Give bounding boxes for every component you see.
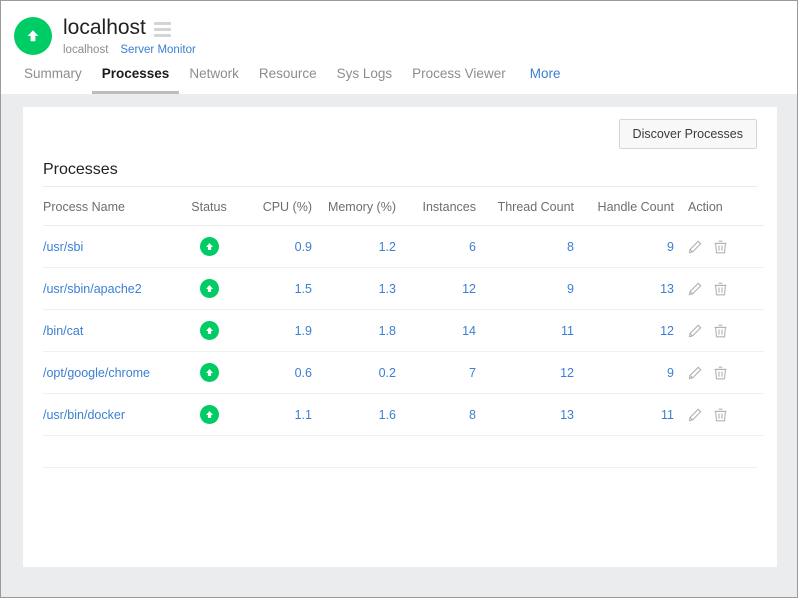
trash-icon[interactable] xyxy=(714,240,727,254)
cell-memory: 1.3 xyxy=(312,268,396,310)
cell-status xyxy=(178,226,240,268)
discover-processes-button[interactable]: Discover Processes xyxy=(619,119,757,149)
cell-action xyxy=(674,394,764,436)
column-header-process-name[interactable]: Process Name xyxy=(43,187,178,226)
cell-thread-count: 9 xyxy=(476,268,574,310)
app-header: localhost localhost Server Monitor Summa… xyxy=(1,1,797,94)
cell-cpu: 1.9 xyxy=(240,310,312,352)
tab-resource[interactable]: Resource xyxy=(249,65,327,94)
trash-icon[interactable] xyxy=(714,408,727,422)
cell-handle-count: 13 xyxy=(574,268,674,310)
pencil-icon[interactable] xyxy=(688,408,702,422)
page-title: localhost xyxy=(63,15,146,40)
cell-instances: 14 xyxy=(396,310,476,352)
cell-thread-count: 12 xyxy=(476,352,574,394)
breadcrumb-host: localhost xyxy=(63,44,108,56)
processes-card: Discover Processes Processes Process Nam… xyxy=(23,107,777,567)
column-header-action: Action xyxy=(674,187,764,226)
table-footer-divider xyxy=(43,467,757,468)
cell-action xyxy=(674,268,764,310)
cell-process-name: /usr/bin/docker xyxy=(43,394,178,436)
processes-table: Process Name Status CPU (%) Memory (%) I… xyxy=(43,187,764,436)
column-header-thread-count[interactable]: Thread Count xyxy=(476,187,574,226)
cell-thread-count: 8 xyxy=(476,226,574,268)
cell-handle-count: 12 xyxy=(574,310,674,352)
tab-more[interactable]: More xyxy=(516,65,571,94)
column-header-handle-count[interactable]: Handle Count xyxy=(574,187,674,226)
pencil-icon[interactable] xyxy=(688,282,702,296)
column-header-memory[interactable]: Memory (%) xyxy=(312,187,396,226)
status-up-icon xyxy=(200,237,219,256)
section-title: Processes xyxy=(43,161,757,187)
table-header: Process Name Status CPU (%) Memory (%) I… xyxy=(43,187,764,226)
app-window: localhost localhost Server Monitor Summa… xyxy=(0,0,798,598)
column-header-cpu[interactable]: CPU (%) xyxy=(240,187,312,226)
status-up-icon xyxy=(200,405,219,424)
cell-process-name: /opt/google/chrome xyxy=(43,352,178,394)
table-row[interactable]: /bin/cat 1.9 1.8 14 11 12 xyxy=(43,310,764,352)
cell-status xyxy=(178,310,240,352)
cell-cpu: 0.6 xyxy=(240,352,312,394)
trash-icon[interactable] xyxy=(714,324,727,338)
table-header-row: Process Name Status CPU (%) Memory (%) I… xyxy=(43,187,764,226)
column-header-status[interactable]: Status xyxy=(178,187,240,226)
tab-sys-logs[interactable]: Sys Logs xyxy=(327,65,403,94)
cell-instances: 12 xyxy=(396,268,476,310)
header-title-block: localhost localhost Server Monitor xyxy=(63,15,196,56)
cell-memory: 1.6 xyxy=(312,394,396,436)
cell-handle-count: 9 xyxy=(574,226,674,268)
tab-summary[interactable]: Summary xyxy=(14,65,92,94)
cell-memory: 1.8 xyxy=(312,310,396,352)
status-up-icon xyxy=(200,321,219,340)
hamburger-menu-icon[interactable] xyxy=(154,22,171,37)
cell-cpu: 1.5 xyxy=(240,268,312,310)
card-toolbar: Discover Processes xyxy=(43,119,757,149)
cell-process-name: /bin/cat xyxy=(43,310,178,352)
cell-status xyxy=(178,394,240,436)
cell-instances: 7 xyxy=(396,352,476,394)
tab-network[interactable]: Network xyxy=(179,65,249,94)
page-background: Discover Processes Processes Process Nam… xyxy=(1,94,797,598)
cell-handle-count: 9 xyxy=(574,352,674,394)
table-row[interactable]: /usr/sbi 0.9 1.2 6 8 9 xyxy=(43,226,764,268)
cell-cpu: 1.1 xyxy=(240,394,312,436)
pencil-icon[interactable] xyxy=(688,366,702,380)
up-arrow-circle-icon xyxy=(14,17,52,55)
table-row[interactable]: /opt/google/chrome 0.6 0.2 7 12 9 xyxy=(43,352,764,394)
column-header-instances[interactable]: Instances xyxy=(396,187,476,226)
cell-status xyxy=(178,268,240,310)
cell-action xyxy=(674,226,764,268)
table-row[interactable]: /usr/bin/docker 1.1 1.6 8 13 11 xyxy=(43,394,764,436)
table-body: /usr/sbi 0.9 1.2 6 8 9 xyxy=(43,226,764,436)
cell-action xyxy=(674,352,764,394)
cell-status xyxy=(178,352,240,394)
cell-process-name: /usr/sbin/apache2 xyxy=(43,268,178,310)
title-row: localhost xyxy=(63,15,196,40)
status-up-icon xyxy=(200,363,219,382)
cell-thread-count: 11 xyxy=(476,310,574,352)
tab-processes[interactable]: Processes xyxy=(92,65,180,94)
cell-instances: 8 xyxy=(396,394,476,436)
breadcrumb-server-monitor-link[interactable]: Server Monitor xyxy=(120,44,195,56)
cell-thread-count: 13 xyxy=(476,394,574,436)
cell-handle-count: 11 xyxy=(574,394,674,436)
pencil-icon[interactable] xyxy=(688,324,702,338)
table-row[interactable]: /usr/sbin/apache2 1.5 1.3 12 9 13 xyxy=(43,268,764,310)
pencil-icon[interactable] xyxy=(688,240,702,254)
cell-memory: 1.2 xyxy=(312,226,396,268)
cell-instances: 6 xyxy=(396,226,476,268)
tab-process-viewer[interactable]: Process Viewer xyxy=(402,65,516,94)
trash-icon[interactable] xyxy=(714,366,727,380)
trash-icon[interactable] xyxy=(714,282,727,296)
cell-cpu: 0.9 xyxy=(240,226,312,268)
cell-memory: 0.2 xyxy=(312,352,396,394)
nav-tabs: Summary Processes Network Resource Sys L… xyxy=(1,56,797,94)
breadcrumb: localhost Server Monitor xyxy=(63,44,196,56)
cell-process-name: /usr/sbi xyxy=(43,226,178,268)
status-up-icon xyxy=(200,279,219,298)
header-identity: localhost localhost Server Monitor xyxy=(1,11,797,56)
cell-action xyxy=(674,310,764,352)
